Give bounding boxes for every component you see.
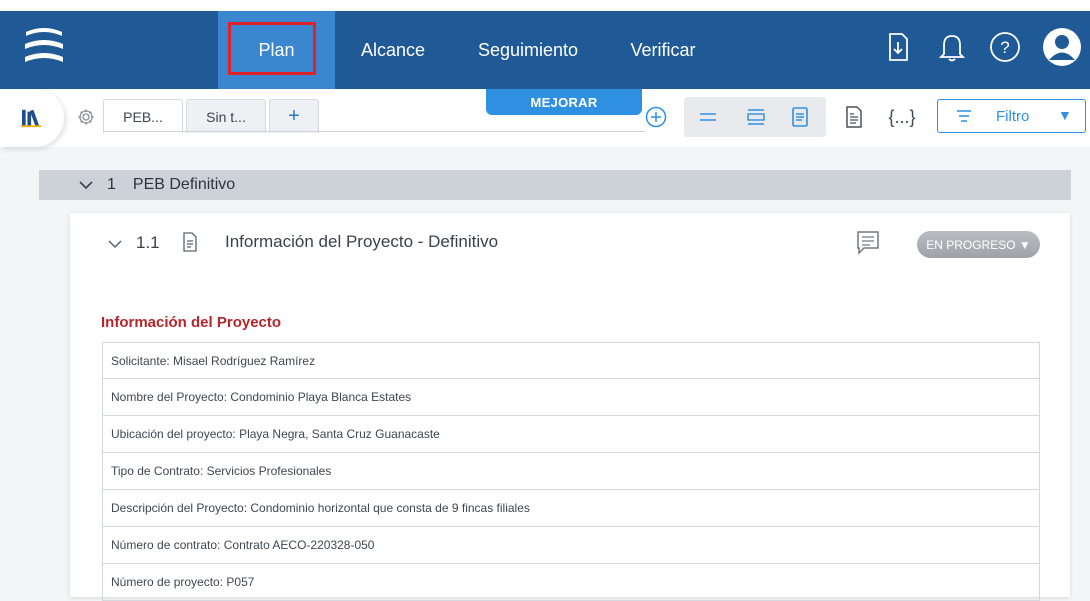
section-header[interactable]: 1 PEB Definitivo: [39, 170, 1071, 200]
row-text: Descripción del Proyecto: Condominio hor…: [111, 501, 530, 515]
table-row: Solicitante: Misael Rodríguez Ramírez: [102, 342, 1040, 379]
add-tab-button[interactable]: +: [269, 99, 319, 133]
library-icon: [21, 109, 42, 128]
doc-tab-sin-titulo[interactable]: Sin t...: [186, 99, 266, 133]
doc-tab-peb[interactable]: PEB...: [103, 99, 183, 133]
item-title: Información del Proyecto - Definitivo: [225, 232, 499, 251]
top-strip: [0, 0, 1090, 11]
tab-verificar-label: Verificar: [630, 39, 696, 60]
tab-plan[interactable]: Plan: [218, 11, 335, 89]
table-row: Nombre del Proyecto: Condominio Playa Bl…: [102, 379, 1040, 416]
detail-view-icon[interactable]: [782, 99, 818, 135]
mejorar-label: MEJORAR: [530, 94, 598, 110]
doc-tab-label: Sin t...: [206, 108, 246, 125]
table-row: Número de proyecto: P057: [102, 564, 1040, 601]
code-label: {...}: [888, 106, 916, 127]
row-text: Número de proyecto: P057: [111, 575, 255, 589]
info-table: Solicitante: Misael Rodríguez Ramírez No…: [102, 342, 1040, 601]
code-icon[interactable]: {...}: [880, 99, 924, 135]
filter-dropdown[interactable]: Filtro ▼: [937, 99, 1086, 133]
document-view-icon[interactable]: [836, 99, 872, 135]
section-number: 1: [107, 176, 116, 193]
table-row: Descripción del Proyecto: Condominio hor…: [102, 490, 1040, 527]
menu-icon[interactable]: [22, 22, 66, 70]
chevron-down-icon[interactable]: [77, 176, 95, 194]
add-circle-icon[interactable]: [638, 99, 674, 135]
user-avatar-icon[interactable]: [1040, 26, 1084, 68]
status-badge[interactable]: EN PROGRESO ▼: [917, 231, 1040, 258]
gear-icon[interactable]: [77, 108, 95, 126]
row-text: Tipo de Contrato: Servicios Profesionale…: [111, 464, 332, 478]
top-navigation-bar: Plan Alcance Seguimiento Verificar ?: [0, 0, 1090, 89]
compact-view-icon[interactable]: [690, 99, 726, 135]
filter-icon: [957, 110, 971, 122]
export-icon[interactable]: [878, 26, 918, 68]
document-icon: [183, 232, 197, 252]
row-text: Número de contrato: Contrato AECO-220328…: [111, 538, 375, 552]
section-title: PEB Definitivo: [132, 176, 236, 193]
tab-alcance-label: Alcance: [360, 39, 426, 60]
status-label: EN PROGRESO ▼: [926, 237, 1031, 252]
doc-tab-label: PEB...: [123, 108, 163, 125]
chevron-down-icon: ▼: [1058, 107, 1072, 123]
list-view-icon[interactable]: [738, 99, 774, 135]
filter-label: Filtro: [996, 108, 1030, 125]
highlight-box: [228, 22, 316, 75]
table-row: Ubicación del proyecto: Playa Negra, San…: [102, 416, 1040, 453]
info-heading: Información del Proyecto: [101, 314, 282, 331]
tab-verificar[interactable]: Verificar: [618, 11, 708, 89]
library-button[interactable]: [0, 89, 64, 147]
mejorar-button[interactable]: MEJORAR: [486, 89, 642, 115]
bell-icon[interactable]: [932, 26, 972, 68]
tab-seguimiento[interactable]: Seguimiento: [466, 11, 590, 89]
row-text: Nombre del Proyecto: Condominio Playa Bl…: [111, 390, 412, 404]
tab-divider: [103, 131, 645, 132]
chevron-down-icon[interactable]: [106, 235, 124, 253]
item-card: 1.1 Información del Proyecto - Definitiv…: [70, 213, 1070, 601]
help-icon[interactable]: ?: [985, 26, 1025, 68]
table-row: Número de contrato: Contrato AECO-220328…: [102, 527, 1040, 564]
comment-icon[interactable]: [854, 228, 882, 256]
tab-alcance[interactable]: Alcance: [348, 11, 438, 89]
item-number: 1.1: [136, 233, 160, 252]
card-header[interactable]: 1.1 Información del Proyecto - Definitiv…: [70, 213, 1070, 273]
tab-seguimiento-label: Seguimiento: [477, 39, 579, 60]
add-tab-label: +: [288, 105, 300, 127]
table-row: Tipo de Contrato: Servicios Profesionale…: [102, 453, 1040, 490]
svg-text:?: ?: [1000, 38, 1009, 57]
row-text: Solicitante: Misael Rodríguez Ramírez: [111, 353, 316, 368]
row-text: Ubicación del proyecto: Playa Negra, San…: [111, 427, 440, 441]
